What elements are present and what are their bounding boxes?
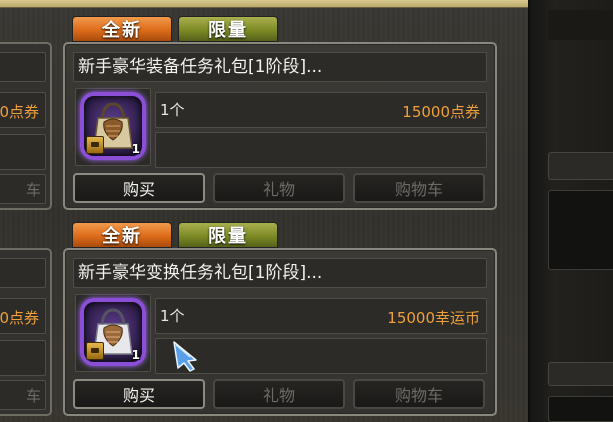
gift-bag-icon[interactable]: 1 bbox=[80, 92, 146, 160]
left-card-cart-label: 车 bbox=[25, 181, 41, 199]
gift-bag-icon[interactable]: 1 bbox=[80, 298, 146, 366]
item-price-row: 1个 15000幸运币 bbox=[155, 298, 487, 334]
item-title: 新手豪华装备任务礼包[1阶段]... bbox=[73, 52, 487, 82]
icon-stack-count: 1 bbox=[131, 348, 140, 362]
left-card-empty-row bbox=[0, 340, 46, 376]
item-title: 新手豪华变换任务礼包[1阶段]... bbox=[73, 258, 487, 288]
tag-new: 全新 bbox=[72, 16, 172, 42]
right-panel-frame bbox=[528, 0, 613, 422]
tag-new: 全新 bbox=[72, 222, 172, 248]
left-partial-card: 0点券 车 bbox=[0, 42, 52, 210]
left-card-empty-row bbox=[0, 134, 46, 170]
item-icon-slot[interactable]: 1 bbox=[75, 294, 151, 372]
right-panel-slot bbox=[548, 10, 613, 40]
shop-item-card: 新手豪华变换任务礼包[1阶段]... 1 1个 15000幸运币 购买 礼物 购… bbox=[63, 248, 497, 416]
item-price-row: 1个 15000点券 bbox=[155, 92, 487, 128]
buy-button[interactable]: 购买 bbox=[73, 173, 205, 203]
item-quantity: 1个 bbox=[160, 307, 185, 325]
left-card-cart-label: 车 bbox=[25, 387, 41, 405]
item-extra-row bbox=[155, 338, 487, 374]
tag-limited: 限量 bbox=[178, 222, 278, 248]
left-card-price-row: 0点券 bbox=[0, 298, 46, 334]
left-card-title-slot bbox=[0, 258, 46, 288]
shop-panel: 0点券 车 0点券 车 全新 限量 新手豪华装备任务礼包[1阶段]... 1 1… bbox=[0, 0, 613, 422]
right-panel-slot bbox=[548, 152, 613, 180]
gift-button[interactable]: 礼物 bbox=[213, 379, 345, 409]
shop-item-card: 新手豪华装备任务礼包[1阶段]... 1 1个 15000点券 购买 礼物 购物… bbox=[63, 42, 497, 210]
left-card-cart-button[interactable]: 车 bbox=[0, 174, 46, 204]
left-card-cart-button[interactable]: 车 bbox=[0, 380, 46, 410]
right-panel-slot bbox=[548, 190, 613, 270]
tag-limited: 限量 bbox=[178, 16, 278, 42]
item-quantity: 1个 bbox=[160, 101, 185, 119]
bind-badge-icon bbox=[86, 342, 104, 360]
cart-button[interactable]: 购物车 bbox=[353, 173, 485, 203]
right-panel-slot bbox=[548, 362, 613, 386]
buy-button[interactable]: 购买 bbox=[73, 379, 205, 409]
icon-stack-count: 1 bbox=[131, 142, 140, 156]
left-card-price-row: 0点券 bbox=[0, 92, 46, 128]
mouse-cursor-icon bbox=[173, 341, 197, 372]
item-extra-row bbox=[155, 132, 487, 168]
left-partial-card: 0点券 车 bbox=[0, 248, 52, 416]
item-price: 15000幸运币 bbox=[387, 309, 480, 327]
item-price: 15000点券 bbox=[402, 103, 480, 121]
item-icon-slot[interactable]: 1 bbox=[75, 88, 151, 166]
bind-badge-icon bbox=[86, 136, 104, 154]
left-card-price: 0点券 bbox=[0, 309, 39, 327]
left-card-price: 0点券 bbox=[0, 103, 39, 121]
top-banner-strip bbox=[0, 0, 528, 8]
left-card-title-slot bbox=[0, 52, 46, 82]
gift-button[interactable]: 礼物 bbox=[213, 173, 345, 203]
cart-button[interactable]: 购物车 bbox=[353, 379, 485, 409]
right-panel-slot bbox=[548, 396, 613, 422]
